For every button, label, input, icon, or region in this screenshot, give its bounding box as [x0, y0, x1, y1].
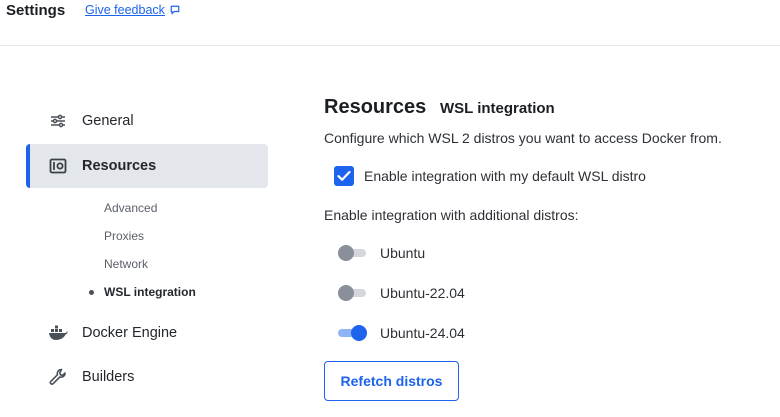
settings-title: Settings — [6, 2, 66, 19]
page-description: Configure which WSL 2 distros you want t… — [324, 130, 722, 146]
refetch-distros-button[interactable]: Refetch distros — [324, 361, 459, 401]
distro-label-ubuntu-22-04: Ubuntu-22.04 — [380, 285, 465, 301]
toggle-ubuntu-24-04[interactable] — [338, 324, 367, 342]
whale-icon — [48, 323, 68, 343]
sliders-icon — [48, 111, 68, 131]
toggle-knob — [338, 245, 354, 261]
give-feedback-label: Give feedback — [85, 3, 165, 17]
sidebar-item-label: Builders — [82, 369, 135, 385]
checkmark-icon — [337, 170, 351, 181]
page-subtitle: WSL integration — [440, 100, 555, 117]
header-bar: Settings Give feedback — [0, 0, 780, 46]
current-page-dot — [89, 290, 94, 295]
sidebar-item-docker-engine[interactable]: Docker Engine — [26, 311, 268, 355]
sidebar-item-label: Docker Engine — [82, 325, 178, 341]
distro-label-ubuntu-24-04: Ubuntu-24.04 — [380, 325, 465, 341]
feedback-icon — [170, 5, 180, 15]
sidebar-subitem-network[interactable]: Network — [104, 257, 148, 271]
resources-icon — [48, 156, 68, 176]
default-distro-checkbox-label[interactable]: Enable integration with my default WSL d… — [364, 168, 646, 184]
sidebar-subitem-wsl-integration[interactable]: WSL integration — [104, 285, 196, 299]
give-feedback-link[interactable]: Give feedback — [85, 3, 181, 17]
sidebar-subitem-proxies[interactable]: Proxies — [104, 229, 144, 243]
default-distro-checkbox[interactable] — [334, 166, 354, 186]
sidebar-item-builders[interactable]: Builders — [26, 355, 268, 399]
page-title: Resources — [324, 96, 427, 118]
sidebar-item-label: Resources — [82, 158, 157, 174]
wrench-icon — [48, 367, 68, 387]
sidebar-subitem-advanced[interactable]: Advanced — [104, 201, 157, 215]
additional-distros-label: Enable integration with additional distr… — [324, 207, 579, 223]
distro-label-ubuntu: Ubuntu — [380, 245, 426, 261]
toggle-knob — [351, 325, 367, 341]
toggle-knob — [338, 285, 354, 301]
toggle-ubuntu[interactable] — [338, 244, 366, 262]
toggle-ubuntu-22-04[interactable] — [338, 284, 366, 302]
sidebar-item-resources[interactable]: Resources — [26, 144, 268, 188]
sidebar-item-general[interactable]: General — [26, 99, 268, 143]
sidebar-item-label: General — [82, 113, 134, 129]
